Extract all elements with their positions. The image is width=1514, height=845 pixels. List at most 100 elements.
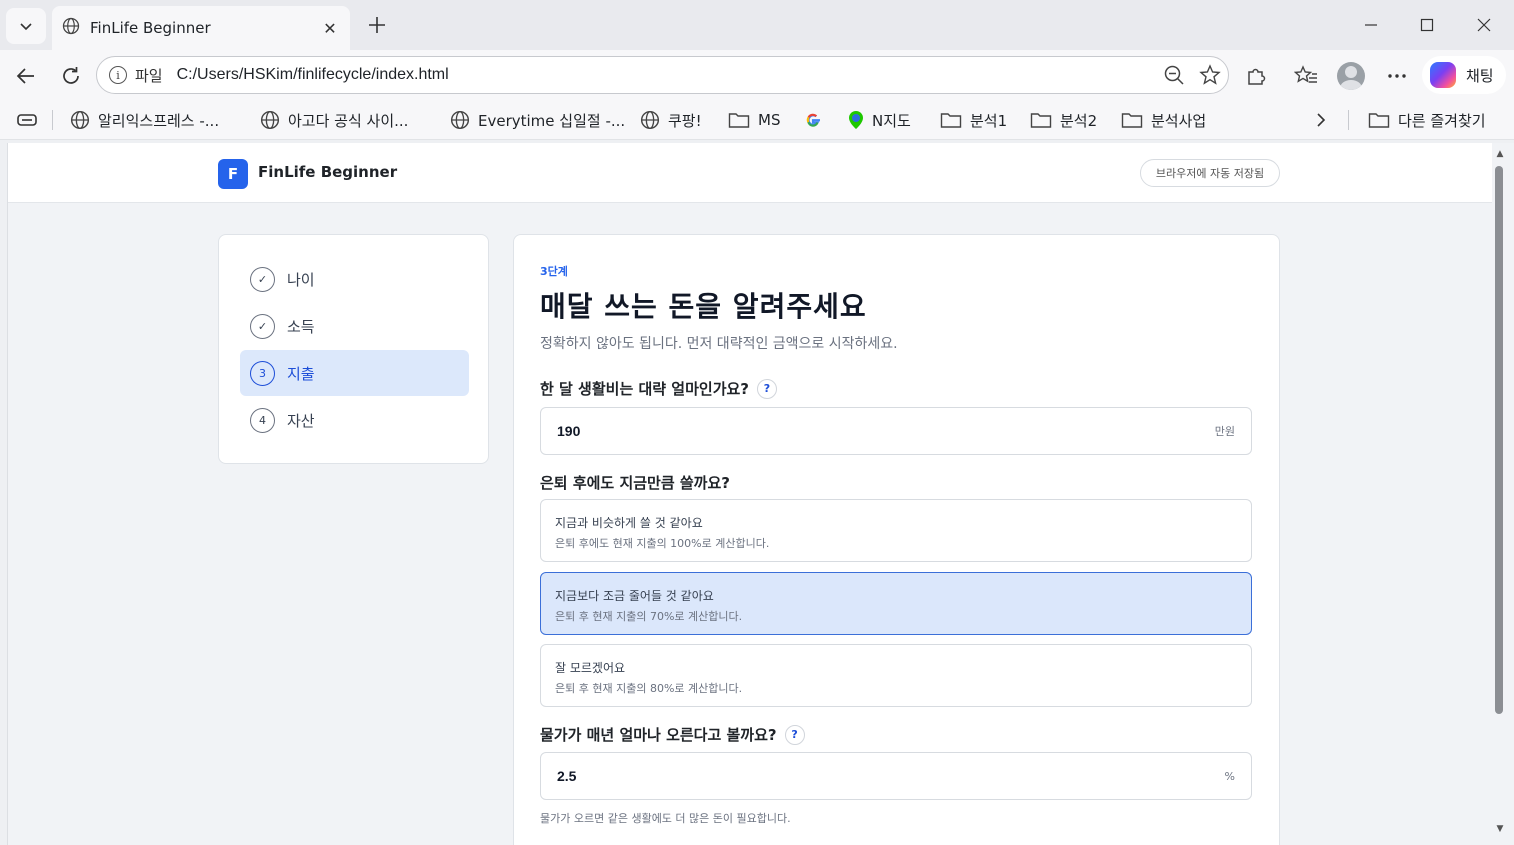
- bookmark-agoda[interactable]: 아고다 공식 사이...: [260, 108, 408, 132]
- option-description: 은퇴 후 현재 지출의 80%로 계산합니다.: [555, 682, 743, 695]
- tab-list-button[interactable]: [6, 8, 46, 44]
- inflation-hint: 물가가 오르면 같은 생활에도 더 많은 돈이 필요합니다.: [540, 812, 791, 825]
- unit-label: %: [1224, 769, 1235, 783]
- chevron-right-icon[interactable]: [1313, 108, 1329, 132]
- retirement-spending-question: 은퇴 후에도 지금만큼 쓸까요?: [540, 472, 730, 493]
- monthly-spending-value[interactable]: 190: [557, 423, 1215, 439]
- help-icon[interactable]: ?: [784, 724, 805, 745]
- browser-tab[interactable]: FinLife Beginner ✕: [52, 6, 350, 50]
- monthly-spending-question: 한 달 생활비는 대략 얼마인가요? ?: [540, 378, 777, 399]
- step-label: 소득: [287, 317, 315, 336]
- folder-icon: [1368, 111, 1390, 129]
- address-bar[interactable]: i 파일 C:/Users/HSKim/finlifecycle/index.h…: [96, 56, 1229, 94]
- more-menu-icon[interactable]: [1381, 60, 1413, 92]
- spending-form: 3단계 매달 쓰는 돈을 알려주세요 정확하지 않아도 됩니다. 먼저 대략적인…: [513, 234, 1280, 845]
- question-label: 물가가 매년 얼마나 오른다고 볼까요?: [540, 726, 777, 744]
- page-viewport: F FinLife Beginner 브라우저에 자동 저장됨 ✓ 나이 ✓ 소…: [7, 143, 1492, 845]
- folder-icon: [940, 111, 962, 129]
- bookmark-folder-analysis2[interactable]: 분석2: [1030, 108, 1097, 132]
- minimize-icon[interactable]: [1356, 12, 1386, 38]
- step-navigation: ✓ 나이 ✓ 소득 3 지출 4 자산: [218, 234, 489, 464]
- option-title: 지금과 비슷하게 쓸 것 같아요: [555, 516, 703, 530]
- bookmark-label: 아고다 공식 사이...: [288, 111, 409, 130]
- bookmark-coupang[interactable]: 쿠팡!: [640, 108, 702, 132]
- option-not-sure[interactable]: 잘 모르겠어요 은퇴 후 현재 지출의 80%로 계산합니다.: [540, 644, 1252, 707]
- bookmark-label: 분석2: [1060, 111, 1098, 130]
- step-spending[interactable]: 3 지출: [240, 350, 469, 396]
- bookmark-folder-analysis1[interactable]: 분석1: [940, 108, 1007, 132]
- step-assets[interactable]: 4 자산: [240, 397, 469, 443]
- check-icon: ✓: [250, 266, 275, 292]
- bookmark-label: 알리익스프레스 -...: [98, 111, 220, 130]
- folder-icon: [1121, 111, 1143, 129]
- step-age[interactable]: ✓ 나이: [240, 256, 469, 302]
- inflation-value[interactable]: 2.5: [557, 768, 1225, 784]
- folder-icon: [1030, 111, 1052, 129]
- option-reduced-spending[interactable]: 지금보다 조금 줄어들 것 같아요 은퇴 후 현재 지출의 70%로 계산합니다…: [540, 572, 1252, 635]
- bookmarks-bar: 알리익스프레스 -... 아고다 공식 사이... Everytime 십일절 …: [0, 100, 1514, 140]
- option-title: 지금보다 조금 줄어들 것 같아요: [555, 589, 714, 603]
- copilot-label: 채팅: [1466, 66, 1494, 85]
- back-arrow-icon[interactable]: [12, 62, 40, 90]
- stage-label: 3단계: [540, 265, 568, 278]
- zoom-out-icon[interactable]: [1156, 57, 1192, 93]
- folder-icon: [728, 111, 750, 129]
- toolbar: i 파일 C:/Users/HSKim/finlifecycle/index.h…: [0, 50, 1514, 100]
- refresh-icon[interactable]: [57, 62, 85, 90]
- option-description: 은퇴 후에도 현재 지출의 100%로 계산합니다.: [555, 537, 770, 550]
- bookmark-label: 분석사업: [1151, 111, 1207, 130]
- app-header: F FinLife Beginner 브라우저에 자동 저장됨: [8, 143, 1492, 203]
- autosave-badge: 브라우저에 자동 저장됨: [1140, 159, 1280, 187]
- avatar: [1337, 62, 1365, 90]
- collections-icon[interactable]: [16, 108, 38, 132]
- inflation-input[interactable]: 2.5 %: [540, 752, 1252, 800]
- google-icon[interactable]: [804, 108, 822, 132]
- other-favorites-folder[interactable]: 다른 즐겨찾기: [1368, 108, 1486, 132]
- question-label: 한 달 생활비는 대략 얼마인가요?: [540, 380, 749, 398]
- step-label: 나이: [287, 270, 315, 289]
- globe-icon: [70, 110, 90, 130]
- globe-icon: [640, 110, 660, 130]
- maximize-icon[interactable]: [1412, 12, 1442, 38]
- favorite-star-icon[interactable]: [1192, 57, 1228, 93]
- bookmark-nmap[interactable]: N지도: [848, 108, 911, 132]
- step-number: 3: [250, 360, 275, 386]
- bookmarks-divider: [1348, 110, 1349, 130]
- help-icon[interactable]: ?: [757, 378, 777, 399]
- app-logo: F: [218, 159, 248, 189]
- step-label: 자산: [287, 411, 315, 430]
- favorites-list-icon[interactable]: [1290, 60, 1322, 92]
- extensions-icon[interactable]: [1240, 60, 1272, 92]
- page-title: 매달 쓰는 돈을 알려주세요: [540, 290, 867, 323]
- profile-avatar[interactable]: [1335, 60, 1367, 92]
- info-icon[interactable]: i: [109, 66, 127, 84]
- monthly-spending-input[interactable]: 190 만원: [540, 407, 1252, 455]
- step-number: 4: [250, 407, 275, 433]
- scrollbar-thumb[interactable]: [1495, 166, 1503, 714]
- globe-icon: [62, 17, 80, 39]
- tab-strip: FinLife Beginner ✕: [0, 0, 1514, 50]
- scroll-up-arrow-icon[interactable]: ▲: [1494, 149, 1506, 159]
- check-icon: ✓: [250, 313, 275, 339]
- option-same-spending[interactable]: 지금과 비슷하게 쓸 것 같아요 은퇴 후에도 현재 지출의 100%로 계산합…: [540, 499, 1252, 562]
- new-tab-icon[interactable]: [364, 12, 390, 38]
- bookmark-folder-ms[interactable]: MS: [728, 108, 780, 132]
- url-text[interactable]: C:/Users/HSKim/finlifecycle/index.html: [177, 66, 1156, 84]
- app-title: FinLife Beginner: [258, 163, 398, 181]
- bookmark-aliexpress[interactable]: 알리익스프레스 -...: [70, 108, 219, 132]
- step-income[interactable]: ✓ 소득: [240, 303, 469, 349]
- close-tab-icon[interactable]: ✕: [320, 19, 340, 38]
- chevron-down-icon: [20, 23, 32, 31]
- scroll-down-arrow-icon[interactable]: ▼: [1494, 824, 1506, 834]
- close-window-icon[interactable]: [1469, 12, 1499, 38]
- bookmark-everytime[interactable]: Everytime 십일절 -...: [450, 108, 625, 132]
- question-label: 은퇴 후에도 지금만큼 쓸까요?: [540, 474, 730, 492]
- bookmark-folder-analysis-project[interactable]: 분석사업: [1121, 108, 1206, 132]
- bookmark-label: Everytime 십일절 -...: [478, 111, 626, 130]
- copilot-chat-button[interactable]: 채팅: [1422, 56, 1506, 94]
- bookmark-label: 쿠팡!: [668, 111, 702, 130]
- option-title: 잘 모르겠어요: [555, 661, 626, 675]
- tab-title: FinLife Beginner: [90, 19, 211, 37]
- globe-icon: [450, 110, 470, 130]
- map-pin-icon: [848, 110, 864, 130]
